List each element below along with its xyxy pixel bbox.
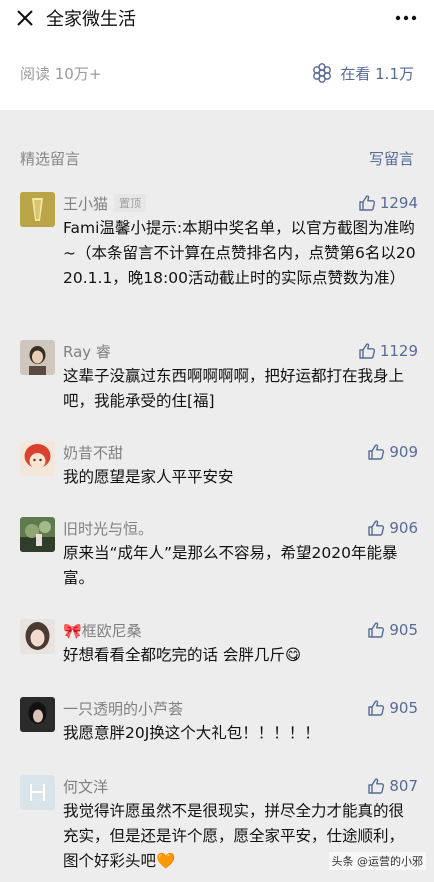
like-count: 1294 (379, 194, 418, 212)
commenter-name[interactable]: 奶昔不甜 (63, 442, 123, 463)
commenter-name[interactable]: 旧时光与恒。 (63, 518, 153, 539)
like-count: 905 (389, 621, 418, 639)
avatar[interactable] (20, 775, 55, 810)
thumbs-up-icon (368, 520, 385, 536)
avatar[interactable] (20, 697, 55, 732)
like-button[interactable]: 905 (367, 621, 418, 639)
commenter-name[interactable]: Ray 睿 (63, 341, 111, 362)
comment-text: 好想看看全都吃完的话 会胖几斤😋 (63, 646, 302, 664)
like-button[interactable]: 1129 (358, 342, 418, 360)
watermark: 头条 @运营的小邪 (328, 852, 426, 870)
featured-comments-label: 精选留言 (20, 149, 81, 168)
like-button[interactable]: 807 (367, 777, 418, 795)
comment-item: 王小猫 置顶 1294 Fami温馨小提示:本期中奖名单，以官方截图为准哟~（本… (0, 192, 434, 291)
page-title: 全家微生活 (46, 9, 136, 30)
avatar[interactable] (20, 441, 55, 476)
thumbs-up-icon (368, 444, 385, 460)
commenter-name[interactable]: 一只透明的小芦荟 (63, 698, 183, 719)
comment-item: Ray 睿 1129 这辈子没赢过东西啊啊啊啊，把好运都打在我身上吧，我能承受的… (0, 340, 434, 414)
avatar[interactable] (20, 340, 55, 375)
thumbs-up-icon (368, 700, 385, 716)
comment-text: 我愿意胖20J换这个大礼包！！！！！ (63, 724, 320, 742)
avatar[interactable] (20, 192, 55, 227)
like-count: 905 (389, 699, 418, 717)
close-button[interactable] (14, 7, 36, 29)
read-count: 阅读 10万+ (20, 64, 102, 83)
thumbs-up-icon (359, 195, 375, 211)
avatar[interactable] (20, 619, 55, 654)
comment-item: 一只透明的小芦荟 905 我愿意胖20J换这个大礼包！！！！！ (0, 697, 434, 746)
comment-text: 原来当“成年人”是那么不容易，希望2020年能暴富。 (63, 544, 398, 587)
like-count: 906 (389, 519, 418, 537)
comment-item: 奶昔不甜 909 我的愿望是家人平平安安 (0, 441, 434, 490)
commenter-name[interactable]: 🎀框欧尼桑 (63, 620, 142, 641)
comment-text: 我的愿望是家人平平安安 (63, 468, 234, 486)
watching-button[interactable]: 在看 1.1万 (312, 63, 414, 84)
top-bar: 全家微生活 (0, 0, 434, 36)
comment-text: 这辈子没赢过东西啊啊啊啊，把好运都打在我身上吧，我能承受的住[福] (63, 367, 405, 410)
more-button[interactable] (392, 7, 420, 29)
thumbs-up-icon (368, 778, 385, 794)
thumbs-up-icon (368, 622, 385, 638)
commenter-name[interactable]: 何文洋 (63, 776, 108, 797)
like-button[interactable]: 905 (367, 699, 418, 717)
write-comment-button[interactable]: 写留言 (369, 148, 414, 169)
article-stats: 阅读 10万+ 在看 1.1万 (0, 36, 434, 110)
comments-header: 精选留言 写留言 (0, 136, 434, 180)
like-button[interactable]: 909 (367, 443, 418, 461)
section-gap (0, 110, 434, 136)
like-button[interactable]: 1294 (358, 194, 418, 212)
commenter-name[interactable]: 王小猫 (63, 193, 108, 214)
avatar[interactable] (20, 517, 55, 552)
close-icon (17, 10, 33, 26)
like-button[interactable]: 906 (367, 519, 418, 537)
like-count: 1129 (379, 342, 418, 360)
thumbs-up-icon (359, 343, 375, 359)
watching-count: 在看 1.1万 (340, 64, 414, 83)
flower-icon (313, 63, 332, 83)
comment-item: 🎀框欧尼桑 905 好想看看全都吃完的话 会胖几斤😋 (0, 619, 434, 668)
like-count: 807 (389, 777, 418, 795)
pinned-badge: 置顶 (114, 194, 147, 212)
comment-text: Fami温馨小提示:本期中奖名单，以官方截图为准哟~（本条留言不计算在点赞排名内… (63, 219, 416, 287)
comment-item: 旧时光与恒。 906 原来当“成年人”是那么不容易，希望2020年能暴富。 (0, 517, 434, 591)
like-count: 909 (389, 443, 418, 461)
more-icon (395, 15, 417, 21)
